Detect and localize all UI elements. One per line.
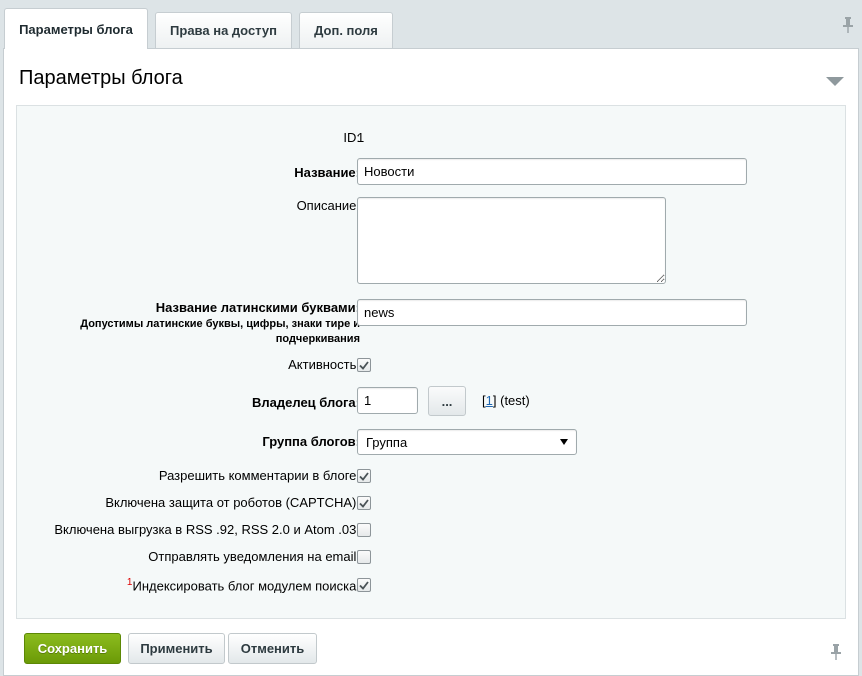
apply-button[interactable]: Применить	[128, 633, 225, 664]
latin-name-input[interactable]	[357, 299, 747, 326]
search-index-checkbox[interactable]	[357, 578, 371, 592]
blog-params-panel: Параметры блога ID: 1 Название: Описание…	[3, 48, 859, 676]
active-checkbox[interactable]	[357, 358, 371, 372]
owner-browse-button[interactable]: ...	[428, 386, 466, 416]
tab-blog-params[interactable]: Параметры блога	[4, 8, 148, 49]
group-select[interactable]: Группа	[357, 429, 577, 455]
rss-label: Включена выгрузка в RSS .92, RSS 2.0 и A…	[54, 522, 360, 537]
form-area: ID: 1 Название: Описание: Название латин…	[16, 105, 846, 619]
allow-comments-checkbox[interactable]	[357, 469, 371, 483]
email-notify-label: Отправлять уведомления на email:	[148, 549, 360, 564]
group-selected-value: Группа	[366, 434, 408, 450]
group-label: Группа блогов:	[262, 434, 360, 449]
checkmark-icon	[359, 580, 369, 590]
dropdown-arrow-icon	[560, 439, 568, 445]
checkmark-icon	[359, 498, 369, 508]
owner-user-name: (test)	[500, 393, 530, 408]
tab-bar: Параметры блога Права на доступ Доп. пол…	[0, 0, 862, 49]
tab-access-rights[interactable]: Права на доступ	[155, 12, 292, 48]
owner-input[interactable]	[357, 387, 418, 414]
description-label: Описание:	[296, 198, 360, 213]
email-notify-checkbox[interactable]	[357, 550, 371, 564]
captcha-checkbox[interactable]	[357, 496, 371, 510]
description-textarea[interactable]	[357, 197, 666, 284]
id-value: 1	[357, 130, 365, 145]
name-label: Название:	[294, 165, 360, 180]
owner-info: [1] (test)	[482, 393, 530, 408]
pin-icon[interactable]	[842, 16, 854, 37]
collapse-triangle-icon[interactable]	[826, 75, 844, 90]
rss-checkbox[interactable]	[357, 523, 371, 537]
pin-icon[interactable]	[830, 643, 842, 664]
owner-user-link[interactable]: 1	[486, 393, 493, 408]
save-button[interactable]: Сохранить	[24, 633, 121, 664]
name-input[interactable]	[357, 158, 747, 185]
search-index-label: 1Индексировать блог модулем поиска:	[126, 577, 360, 594]
active-label: Активность:	[288, 357, 360, 372]
section-title: Параметры блога	[19, 67, 183, 89]
latin-name-label: Название латинскими буквами:	[155, 300, 360, 315]
checkmark-icon	[359, 360, 369, 370]
checkmark-icon	[359, 471, 369, 481]
latin-name-hint: Допустимы латинские буквы, цифры, знаки …	[80, 318, 360, 345]
tab-extra-fields[interactable]: Доп. поля	[299, 12, 393, 48]
captcha-label: Включена защита от роботов (CAPTCHA):	[105, 495, 360, 510]
cancel-button[interactable]: Отменить	[228, 633, 317, 664]
owner-label: Владелец блога:	[252, 395, 360, 410]
allow-comments-label: Разрешить комментарии в блоге:	[158, 468, 360, 483]
